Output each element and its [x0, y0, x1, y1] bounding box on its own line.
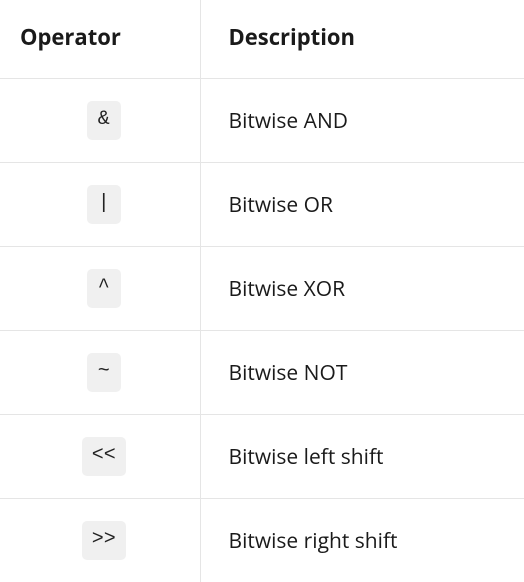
- operators-table-wrap: Operator Description & Bitwise AND | Bit…: [0, 0, 524, 582]
- description-cell: Bitwise left shift: [200, 415, 524, 499]
- operator-chip: |: [87, 185, 121, 224]
- operator-chip: >>: [82, 521, 126, 560]
- description-cell: Bitwise right shift: [200, 499, 524, 582]
- operator-cell: ~: [0, 331, 200, 415]
- operator-cell: <<: [0, 415, 200, 499]
- operator-chip: ^: [87, 269, 121, 308]
- operator-cell: >>: [0, 499, 200, 582]
- operator-chip: <<: [82, 437, 126, 476]
- operator-cell: |: [0, 163, 200, 247]
- table-header-row: Operator Description: [0, 0, 524, 79]
- description-cell: Bitwise XOR: [200, 247, 524, 331]
- operators-table: Operator Description & Bitwise AND | Bit…: [0, 0, 524, 582]
- description-cell: Bitwise OR: [200, 163, 524, 247]
- table-row: | Bitwise OR: [0, 163, 524, 247]
- description-cell: Bitwise AND: [200, 79, 524, 163]
- operator-chip: &: [87, 101, 121, 140]
- table-row: ^ Bitwise XOR: [0, 247, 524, 331]
- table-row: & Bitwise AND: [0, 79, 524, 163]
- operator-chip: ~: [87, 353, 121, 392]
- operator-cell: ^: [0, 247, 200, 331]
- column-header-operator: Operator: [0, 0, 200, 79]
- table-row: ~ Bitwise NOT: [0, 331, 524, 415]
- table-row: >> Bitwise right shift: [0, 499, 524, 582]
- description-cell: Bitwise NOT: [200, 331, 524, 415]
- table-row: << Bitwise left shift: [0, 415, 524, 499]
- operator-cell: &: [0, 79, 200, 163]
- column-header-description: Description: [200, 0, 524, 79]
